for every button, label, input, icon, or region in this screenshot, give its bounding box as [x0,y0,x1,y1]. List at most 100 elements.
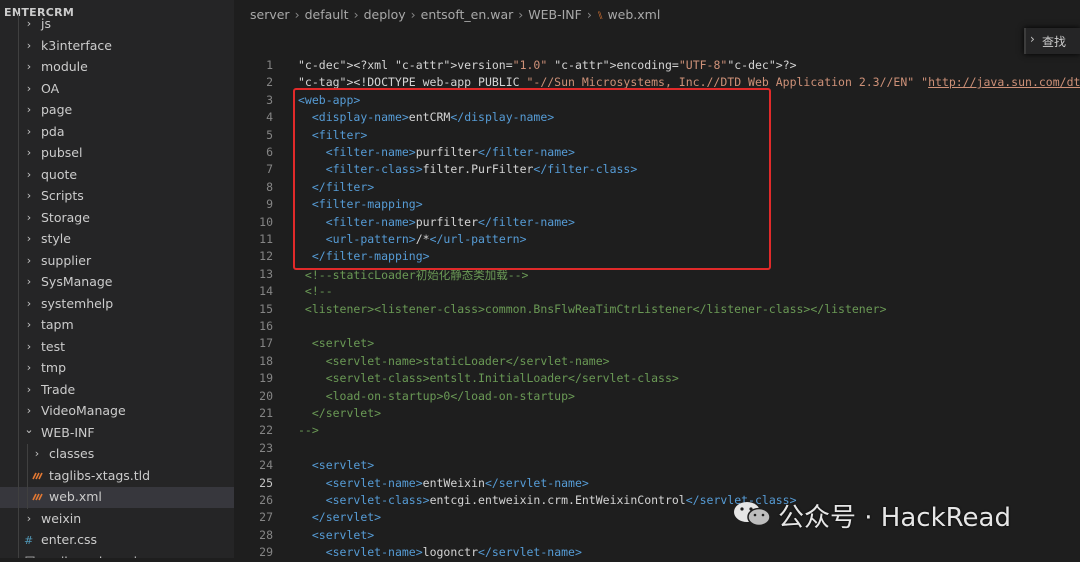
breadcrumb-item[interactable]: server [250,7,290,22]
chevron-down-icon[interactable]: ⌄ [24,423,34,436]
tree-folder-pda[interactable]: › pda [0,121,234,143]
tree-folder-quote[interactable]: › quote [0,164,234,186]
line-number: 15 [259,301,273,316]
indent-guide [18,401,19,423]
chevron-right-icon[interactable]: › [24,404,34,417]
chevron-right-icon[interactable]: › [24,275,34,288]
chevron-right-icon[interactable]: › [24,189,34,202]
code-line[interactable]: 1 "c-dec"><?xml "c-attr">version="1.0" "c… [235,57,1080,75]
tree-folder-systemhelp[interactable]: › systemhelp [0,293,234,315]
tree-item-label: web.xml [49,489,102,504]
code-line[interactable]: 22 --> [235,422,1080,440]
tree-folder-trade[interactable]: › Trade [0,379,234,401]
tree-item-label: test [41,338,66,354]
tree-folder-pubsel[interactable]: › pubsel [0,143,234,165]
chevron-right-icon[interactable]: › [24,17,34,30]
chevron-right-icon[interactable]: › [24,512,34,525]
tree-folder-supplier[interactable]: › supplier [0,250,234,272]
chevron-right-icon[interactable]: › [24,60,34,73]
code-line[interactable]: 16 [235,318,1080,336]
code-text: <servlet-class>entslt.InitialLoader</ser… [298,371,679,386]
code-line[interactable]: 23 [235,440,1080,458]
indent-guide [18,100,19,122]
code-line[interactable]: 29 <servlet-name>logonctr</servlet-name> [235,544,1080,562]
chevron-right-icon[interactable]: › [24,82,34,95]
code-text: <servlet-name>staticLoader</servlet-name… [298,353,610,368]
code-line[interactable]: 21 </servlet> [235,405,1080,423]
chevron-right-icon[interactable]: › [24,103,34,116]
tree-folder-tapm[interactable]: › tapm [0,315,234,337]
tree-file-enter-css[interactable]: # enter.css [0,530,234,552]
line-number: 23 [259,440,273,455]
chevron-right-icon[interactable]: › [24,125,34,138]
indent-guide [18,336,19,358]
code-line[interactable]: 25 <servlet-name>entWeixin</servlet-name… [235,475,1080,493]
line-number: 4 [266,110,273,125]
tree-folder-module[interactable]: › module [0,57,234,79]
tree-item-label: style [41,231,71,246]
tree-folder-style[interactable]: › style [0,229,234,251]
indent-guide [18,379,19,401]
breadcrumb-item[interactable]: deploy [364,7,406,22]
line-number: 8 [266,179,273,194]
tree-folder-sysmanage[interactable]: › SysManage [0,272,234,294]
line-number: 9 [266,197,273,212]
tree-file-taglibs-xtags-tld[interactable]: taglibs-xtags.tld [0,465,234,487]
code-line[interactable]: 24 <servlet> [235,457,1080,475]
tree-item-label: VideoManage [41,403,126,418]
indent-guide [18,35,19,57]
code-line[interactable]: 18 <servlet-name>staticLoader</servlet-n… [235,353,1080,371]
chevron-right-icon[interactable]: › [24,146,34,159]
chevron-right-icon[interactable]: › [1030,32,1035,46]
tree-folder-page[interactable]: › page [0,100,234,122]
breadcrumb-item[interactable]: entsoft_en.war [421,7,514,22]
code-text: <servlet-name>logonctr</servlet-name> [325,545,582,560]
tree-folder-oa[interactable]: › OA [0,78,234,100]
tree-item-label: k3interface [41,37,112,53]
chevron-right-icon[interactable]: › [24,318,34,331]
tree-folder-k3interface[interactable]: › k3interface [0,35,234,57]
indent-guide [18,207,19,229]
breadcrumb-separator-icon: › [410,7,416,22]
indent-guide [18,487,19,509]
chevron-right-icon[interactable]: › [24,211,34,224]
tree-item-label: module [41,59,88,74]
indent-guide [18,315,19,337]
tree-folder-js[interactable]: › js [0,14,234,36]
tree-folder-classes[interactable]: › classes [0,444,234,466]
indent-guide [18,293,19,315]
tree-folder-web-inf[interactable]: ⌄ WEB-INF [0,422,234,444]
tree-folder-weixin[interactable]: › weixin [0,508,234,530]
tree-folder-tmp[interactable]: › tmp [0,358,234,380]
code-line[interactable]: 19 <servlet-class>entslt.InitialLoader</… [235,370,1080,388]
line-number: 2 [266,75,273,90]
chevron-right-icon[interactable]: › [32,447,42,460]
chevron-right-icon[interactable]: › [24,297,34,310]
tree-file-mail-send-service[interactable]: mail-send-service [0,551,234,558]
tree-folder-test[interactable]: › test [0,336,234,358]
chevron-right-icon[interactable]: › [24,254,34,267]
tree-folder-scripts[interactable]: › Scripts [0,186,234,208]
find-widget[interactable]: › 查找 [1024,28,1080,54]
breadcrumb-item[interactable]: web.xml [607,7,660,22]
line-number: 1 [266,58,273,72]
breadcrumb-item[interactable]: WEB-INF [528,7,582,22]
code-text: --> [298,423,319,438]
chevron-right-icon[interactable]: › [24,361,34,374]
code-line[interactable]: 17 <servlet> [235,335,1080,353]
code-line[interactable]: 20 <load-on-startup>0</load-on-startup> [235,388,1080,406]
code-line[interactable]: 14 <!-- [235,283,1080,301]
tree-item-label: tmp [41,360,67,375]
breadcrumb-item[interactable]: default [305,7,349,22]
chevron-right-icon[interactable]: › [24,340,34,353]
tree-file-web-xml[interactable]: web.xml [0,487,234,509]
tree-item-label: Storage [41,209,90,225]
chevron-right-icon[interactable]: › [24,39,34,52]
chevron-right-icon[interactable]: › [24,232,34,245]
code-editor[interactable]: server › default › deploy › entsoft_en.war › WEB… [235,0,1080,559]
chevron-right-icon[interactable]: › [24,168,34,181]
code-line[interactable]: 15 <listener><listener-class>common.BnsF… [235,301,1080,319]
tree-folder-videomanage[interactable]: › VideoManage [0,401,234,423]
chevron-right-icon[interactable]: › [24,383,34,396]
tree-folder-storage[interactable]: › Storage [0,207,234,229]
